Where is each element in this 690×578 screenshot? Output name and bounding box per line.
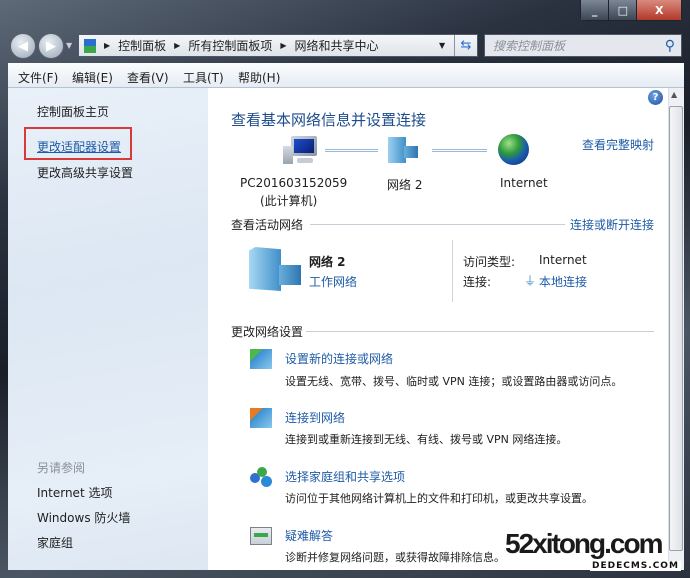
address-bar[interactable]: ▶ 控制面板 ▶ 所有控制面板项 ▶ 网络和共享中心 ▼ ⇆ xyxy=(78,34,478,57)
address-dropdown-icon[interactable]: ▼ xyxy=(439,41,445,50)
forward-button[interactable]: ▶ xyxy=(38,33,64,59)
sidebar-item-change-adapter-settings[interactable]: 更改适配器设置 xyxy=(37,138,121,155)
page-title: 查看基本网络信息并设置连接 xyxy=(231,111,427,129)
troubleshoot-link[interactable]: 疑难解答 xyxy=(285,527,333,544)
maximize-button[interactable]: □ xyxy=(609,0,638,20)
work-network-icon[interactable] xyxy=(249,247,301,291)
computer-name: PC201603152059 xyxy=(240,176,348,190)
computer-note: (此计算机) xyxy=(260,194,318,208)
breadcrumb-network-center[interactable]: 网络和共享中心 xyxy=(295,37,379,54)
back-button[interactable]: ◀ xyxy=(10,33,36,59)
menu-tools[interactable]: 工具(T) xyxy=(183,69,224,86)
menu-bar: 文件(F) 编辑(E) 查看(V) 工具(T) 帮助(H) xyxy=(8,63,684,88)
watermark-logo: 52xitong.com xyxy=(505,528,663,559)
sidebar-item-advanced-sharing[interactable]: 更改高级共享设置 xyxy=(37,164,133,181)
watermark-sub: DEDECMS.COM xyxy=(590,561,681,571)
menu-file[interactable]: 文件(F) xyxy=(18,69,58,86)
help-icon[interactable]: ? xyxy=(648,90,663,105)
access-type-label: 访问类型: xyxy=(463,255,516,269)
computer-icon xyxy=(283,136,317,166)
internet-label: Internet xyxy=(500,176,548,190)
sidebar-item-control-panel-home[interactable]: 控制面板主页 xyxy=(37,103,109,120)
ethernet-plug-icon: ⏚ xyxy=(524,274,537,288)
connections-label: 连接: xyxy=(463,275,492,289)
scrollbar-thumb[interactable] xyxy=(669,106,683,551)
menu-help[interactable]: 帮助(H) xyxy=(238,69,280,86)
connect-disconnect-link[interactable]: 连接或断开连接 xyxy=(570,216,654,233)
connection-line xyxy=(325,149,378,152)
network-label: 网络 2 xyxy=(387,178,423,192)
breadcrumb-separator-icon: ▶ xyxy=(280,41,287,50)
search-placeholder: 搜索控制面板 xyxy=(493,39,566,53)
homegroup-sharing-link[interactable]: 选择家庭组和共享选项 xyxy=(285,468,405,485)
divider xyxy=(452,240,453,302)
internet-globe-icon[interactable] xyxy=(498,134,529,165)
active-networks-header: 查看活动网络 xyxy=(231,218,304,232)
close-button[interactable]: X xyxy=(637,0,681,20)
homegroup-icon xyxy=(250,467,272,487)
connect-to-network-desc: 连接到或重新连接到无线、有线、拨号或 VPN 网络连接。 xyxy=(285,433,568,446)
see-also-header: 另请参阅 xyxy=(37,461,86,475)
homegroup-sharing-desc: 访问位于其他网络计算机上的文件和打印机，或更改共享设置。 xyxy=(285,492,593,505)
breadcrumb-separator-icon: ▶ xyxy=(104,41,111,50)
search-input[interactable]: 搜索控制面板 ⚲ xyxy=(484,34,682,57)
view-full-map-link[interactable]: 查看完整映射 xyxy=(582,136,654,153)
see-also-internet-options[interactable]: Internet 选项 xyxy=(37,484,112,501)
arrow-left-icon: ◀ xyxy=(18,38,28,54)
minimize-button[interactable]: _ xyxy=(581,0,610,20)
connection-line xyxy=(432,149,487,152)
troubleshoot-icon xyxy=(250,527,272,545)
breadcrumb-control-panel[interactable]: 控制面板 xyxy=(118,37,166,54)
divider xyxy=(310,224,565,225)
network-type-link[interactable]: 工作网络 xyxy=(309,273,357,290)
menu-view[interactable]: 查看(V) xyxy=(127,69,169,86)
network-icon[interactable] xyxy=(388,137,420,163)
window-controls: _ □ X xyxy=(580,0,682,21)
breadcrumb-all-items[interactable]: 所有控制面板项 xyxy=(188,37,272,54)
troubleshoot-desc: 诊断并修复网络问题，或获得故障排除信息。 xyxy=(285,551,505,564)
active-network-name: 网络 2 xyxy=(309,255,346,269)
menu-edit[interactable]: 编辑(E) xyxy=(72,69,113,86)
control-panel-icon xyxy=(84,38,96,53)
change-settings-header: 更改网络设置 xyxy=(231,325,304,339)
divider xyxy=(306,331,654,332)
setup-connection-link[interactable]: 设置新的连接或网络 xyxy=(285,350,393,367)
breadcrumb-separator-icon: ▶ xyxy=(174,41,181,50)
see-also-windows-firewall[interactable]: Windows 防火墙 xyxy=(37,509,130,526)
search-icon[interactable]: ⚲ xyxy=(665,38,675,54)
recent-pages-dropdown[interactable]: ▼ xyxy=(66,41,72,50)
setup-connection-desc: 设置无线、宽带、拨号、临时或 VPN 连接；或设置路由器或访问点。 xyxy=(285,375,623,388)
arrow-right-icon: ▶ xyxy=(46,38,56,54)
connect-to-network-link[interactable]: 连接到网络 xyxy=(285,409,345,426)
refresh-button[interactable]: ⇆ xyxy=(454,35,477,56)
scroll-up-icon[interactable]: ▲ xyxy=(671,90,677,99)
new-connection-icon xyxy=(250,349,272,369)
local-connection-link[interactable]: 本地连接 xyxy=(539,273,587,290)
access-type-value: Internet xyxy=(539,253,587,267)
see-also-homegroup[interactable]: 家庭组 xyxy=(37,534,73,551)
connect-to-network-icon xyxy=(250,408,272,428)
